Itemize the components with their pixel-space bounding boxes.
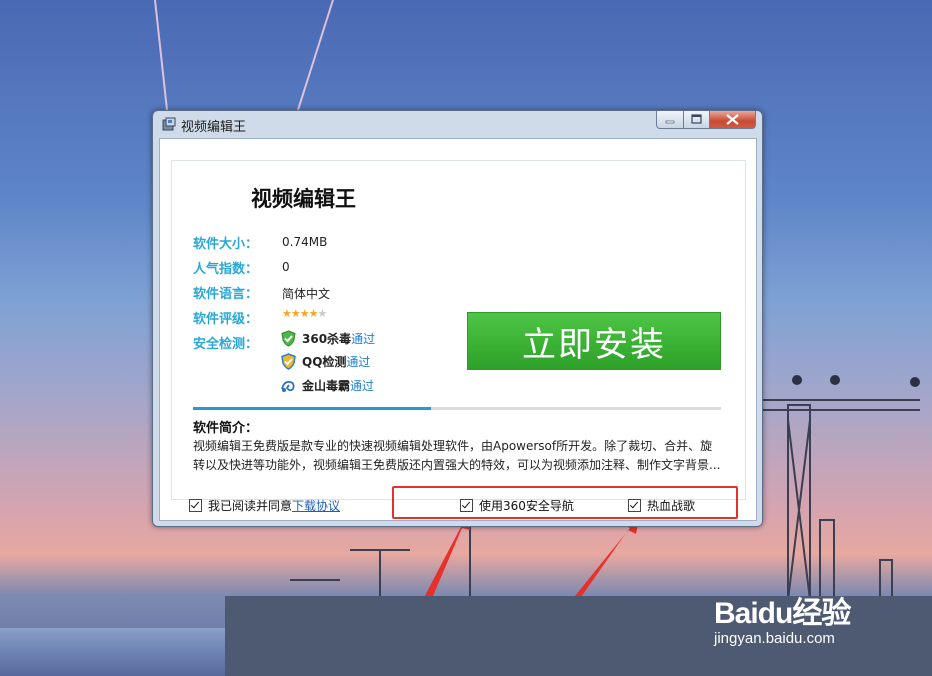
intro-title: 软件简介：: [193, 421, 259, 436]
check-result: 通过: [350, 379, 375, 393]
progress-fill: [193, 407, 431, 410]
language-value: 简体中文: [282, 287, 331, 301]
rating-stars: ★★★★★: [282, 307, 328, 320]
agree-text: 我已阅读并同意: [208, 499, 293, 513]
star-filled-icon: ★: [290, 307, 301, 320]
popularity-value: 0: [282, 260, 290, 274]
size-value: 0.74MB: [282, 235, 328, 249]
check-result: 通过: [351, 332, 376, 346]
rating-label: 软件评级：: [193, 312, 259, 327]
installer-client-area: 视频编辑王 软件大小： 0.74MB 人气指数： 0 软件语言： 简体中文 软件…: [159, 138, 757, 521]
popularity-label: 人气指数：: [193, 262, 259, 277]
maximize-icon: [691, 114, 702, 124]
baidu-watermark: Baidu经验 jingyan.baidu.com: [714, 588, 851, 647]
check-name: QQ检测: [302, 355, 347, 369]
star-empty-icon: ★: [317, 307, 328, 320]
app-icon: [162, 117, 176, 131]
360-shield-icon: [281, 330, 296, 347]
star-filled-icon: ★: [282, 307, 292, 320]
app-name-heading: 视频编辑王: [251, 187, 356, 211]
installer-window: 视频编辑王 视频编辑王 软件大小： 0.74MB 人气指数： 0 软件语言： 简…: [152, 110, 763, 527]
minimize-icon: [665, 120, 675, 124]
star-filled-icon: ★: [299, 307, 310, 320]
agree-checkbox[interactable]: 我已阅读并同意 下载协议: [189, 497, 340, 514]
check-result: 通过: [346, 355, 371, 369]
progress-bar: [193, 407, 721, 410]
close-button[interactable]: [710, 111, 756, 129]
window-title: 视频编辑王: [181, 120, 247, 135]
watermark-brand: Baidu经验: [714, 597, 851, 630]
annotation-highlight-box: [392, 486, 738, 519]
check-name: 金山毒霸: [302, 379, 351, 393]
star-filled-icon: ★: [308, 307, 319, 320]
license-link[interactable]: 下载协议: [292, 497, 340, 514]
size-label: 软件大小：: [193, 237, 259, 252]
security-check-kingsoft: 金山毒霸 通过: [280, 377, 374, 394]
language-label: 软件语言：: [193, 287, 259, 302]
kingsoft-icon: [281, 380, 295, 392]
checkbox-checked-icon[interactable]: [189, 499, 202, 512]
check-name: 360杀毒: [302, 332, 352, 346]
minimize-button[interactable]: [656, 111, 684, 129]
software-info-panel: 视频编辑王 软件大小： 0.74MB 人气指数： 0 软件语言： 简体中文 软件…: [171, 160, 746, 500]
install-now-button[interactable]: 立即安装: [467, 312, 721, 370]
close-icon: [726, 114, 739, 125]
security-check-360: 360杀毒 通过: [280, 330, 375, 347]
qq-shield-icon: [281, 353, 296, 370]
security-check-qq: QQ检测 通过: [280, 353, 370, 370]
window-controls: [656, 111, 756, 129]
intro-text: 视频编辑王免费版是款专业的快速视频编辑处理软件，由Apowersof所开发。除了…: [193, 439, 721, 472]
security-label: 安全检测：: [193, 337, 259, 352]
title-bar[interactable]: 视频编辑王: [153, 111, 762, 137]
maximize-button[interactable]: [684, 111, 710, 129]
watermark-url: jingyan.baidu.com: [714, 630, 835, 647]
